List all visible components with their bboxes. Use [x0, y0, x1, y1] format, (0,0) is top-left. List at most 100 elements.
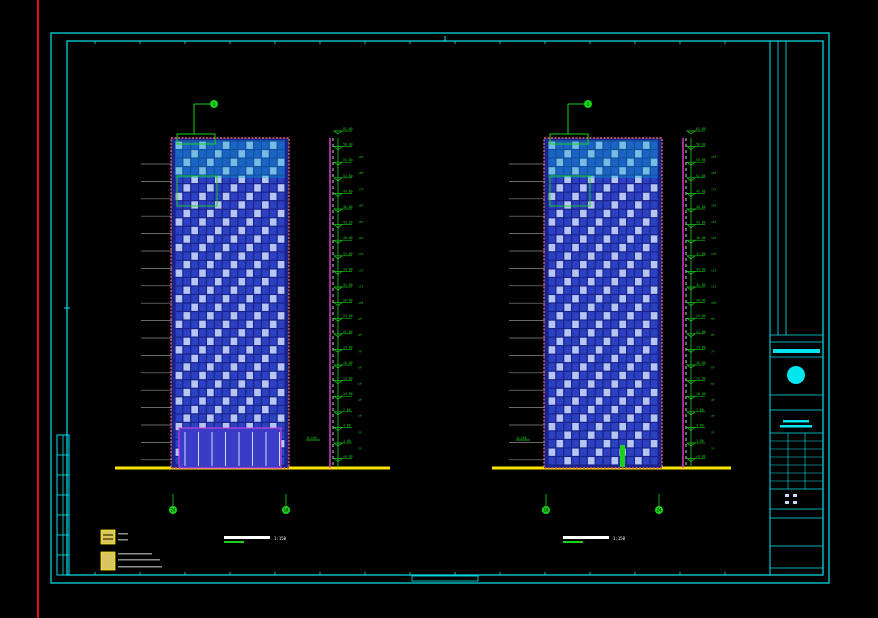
- facade-window: [603, 422, 611, 431]
- facade-window: [603, 243, 611, 252]
- elevation-subtitle-bar: [563, 541, 583, 543]
- facade-window: [650, 457, 658, 465]
- storey-label: 13F: [358, 252, 364, 256]
- facade-window: [564, 388, 571, 397]
- facade-window: [548, 243, 556, 252]
- facade-window: [587, 303, 595, 311]
- facade-window: [572, 278, 579, 286]
- facade-window: [269, 184, 277, 192]
- facade-window: [230, 209, 238, 218]
- storey-label: 9F: [358, 317, 362, 321]
- facade-window: [214, 414, 222, 422]
- facade-window: [556, 388, 564, 397]
- facade-window: [635, 371, 642, 380]
- facade-window: [548, 363, 556, 371]
- facade-window: [191, 363, 198, 371]
- facade-window: [619, 371, 626, 380]
- entrance-level-label: 0.150: [517, 436, 527, 440]
- facade-window: [175, 346, 183, 354]
- facade-window: [619, 260, 626, 269]
- facade-window: [230, 278, 238, 286]
- facade-window: [627, 303, 634, 311]
- facade-window: [262, 414, 269, 422]
- facade-window: [580, 337, 587, 346]
- facade-window: [175, 363, 183, 371]
- facade-window: [254, 405, 261, 414]
- facade-window: [572, 184, 579, 192]
- facade-window: [611, 278, 619, 286]
- facade-window: [191, 252, 198, 260]
- facade-window: [587, 235, 595, 243]
- facade-window: [650, 380, 658, 388]
- facade-window: [650, 243, 658, 252]
- facade-window: [650, 295, 658, 303]
- facade-window: [246, 414, 253, 422]
- facade-window: [564, 354, 571, 363]
- facade-window: [580, 414, 587, 422]
- facade-window: [587, 363, 595, 371]
- facade-window: [548, 295, 556, 303]
- facade-window: [580, 286, 587, 294]
- facade-window: [246, 218, 253, 226]
- facade-window: [207, 243, 214, 252]
- cad-drawing-canvas[interactable]: 161.8058.8055.8052.8049.8046.8043.8040.8…: [0, 0, 878, 618]
- facade-window: [254, 243, 261, 252]
- facade-window: [603, 414, 611, 422]
- facade-window: [642, 320, 650, 328]
- level-label: 16.80: [343, 361, 353, 365]
- facade-window: [587, 226, 595, 235]
- facade-window: [650, 312, 658, 320]
- facade-window: [199, 320, 206, 328]
- facade-window: [564, 201, 571, 209]
- facade-window: [191, 260, 198, 269]
- facade-window: [222, 312, 230, 320]
- facade-window: [572, 414, 579, 422]
- facade-window: [246, 388, 253, 397]
- facade-window: [269, 320, 277, 328]
- facade-window: [207, 278, 214, 286]
- facade-window: [262, 260, 269, 269]
- facade-window: [635, 397, 642, 405]
- facade-window: [580, 388, 587, 397]
- facade-window: [214, 337, 222, 346]
- facade-window: [175, 380, 183, 388]
- storey-label: 14F: [711, 236, 717, 240]
- facade-window: [611, 320, 619, 328]
- facade-window: [603, 286, 611, 294]
- facade-window: [580, 320, 587, 328]
- storey-label: 15F: [711, 220, 717, 224]
- elevation-drawing-left[interactable]: 161.8058.8055.8052.8049.8046.8043.8040.8…: [115, 100, 390, 543]
- facade-window: [246, 269, 253, 277]
- facade-window: [199, 312, 206, 320]
- facade-window: [587, 252, 595, 260]
- facade-window: [564, 243, 571, 252]
- facade-window: [564, 414, 571, 422]
- facade-window: [262, 303, 269, 311]
- facade-window: [556, 457, 564, 465]
- facade-window: [175, 260, 183, 269]
- facade-window: [191, 295, 198, 303]
- facade-window: [254, 329, 261, 337]
- level-label: 25.80: [696, 314, 706, 318]
- facade-window: [556, 448, 564, 456]
- facade-window: [269, 363, 277, 371]
- facade-window: [199, 354, 206, 363]
- facade-window: [269, 243, 277, 252]
- facade-window: [207, 329, 214, 337]
- facade-window: [635, 312, 642, 320]
- facade-window: [642, 388, 650, 397]
- facade-window: [246, 354, 253, 363]
- facade-window: [580, 363, 587, 371]
- level-label: 37.80: [343, 252, 353, 256]
- facade-window: [603, 371, 611, 380]
- facade-window: [650, 218, 658, 226]
- facade-window: [175, 405, 183, 414]
- bottom-stamp: [411, 575, 479, 582]
- elevation-drawing-right[interactable]: 161.8058.8055.8052.8049.8046.8043.8040.8…: [492, 100, 731, 543]
- facade-window: [214, 388, 222, 397]
- level-label: 16.80: [696, 361, 706, 365]
- facade-window: [642, 218, 650, 226]
- facade-window: [564, 312, 571, 320]
- facade-window: [269, 388, 277, 397]
- facade-window: [587, 337, 595, 346]
